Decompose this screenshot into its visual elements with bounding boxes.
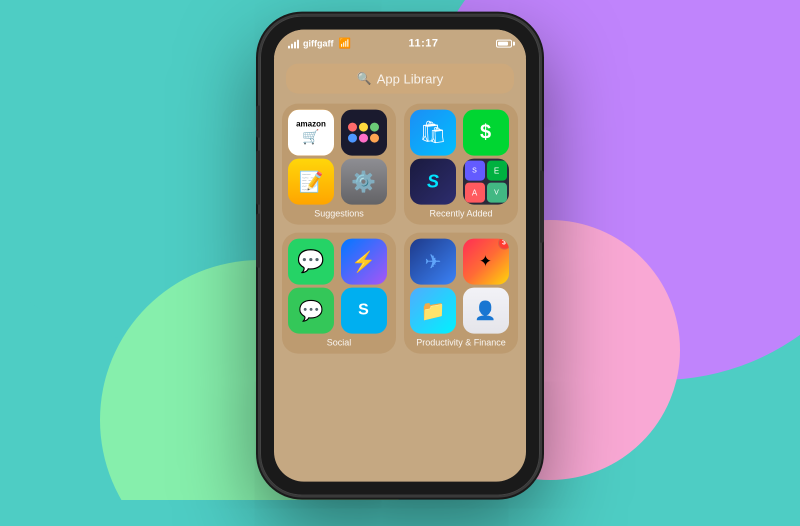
app-stash[interactable]: S: [410, 159, 456, 205]
folder-social-apps: 💬 ⚡ 💬 S: [288, 239, 390, 334]
folder-productivity-apps: ✈ ✦ 3 📁 👤: [410, 239, 512, 334]
folder-recently-added-apps: 🛍 $ S S: [410, 110, 512, 205]
app-shortcuts[interactable]: ✦ 3: [463, 239, 509, 285]
app-messages[interactable]: 💬: [288, 288, 334, 334]
status-time: 11:17: [408, 38, 438, 50]
folder-recently-added-label: Recently Added: [410, 209, 512, 219]
app-amazon[interactable]: amazon 🛒: [288, 110, 334, 156]
battery-icon: [496, 40, 512, 48]
app-spark[interactable]: ✈: [410, 239, 456, 285]
folder-suggestions-label: Suggestions: [288, 209, 390, 219]
app-mini-group[interactable]: S E A V: [463, 159, 509, 205]
app-appstore[interactable]: 🛍: [410, 110, 456, 156]
app-cash[interactable]: $: [463, 110, 509, 156]
app-notes[interactable]: 📝: [288, 159, 334, 205]
wifi-icon: 📶: [339, 38, 351, 49]
app-dots[interactable]: [341, 110, 387, 156]
phone-shell: giffgaff 📶 11:17 🔍 App Library: [260, 16, 540, 496]
phone: giffgaff 📶 11:17 🔍 App Library: [260, 6, 540, 526]
folder-productivity-label: Productivity & Finance: [410, 338, 512, 348]
folder-recently-added[interactable]: 🛍 $ S S: [404, 104, 518, 225]
search-icon: 🔍: [357, 72, 372, 86]
app-whatsapp[interactable]: 💬: [288, 239, 334, 285]
folder-productivity[interactable]: ✈ ✦ 3 📁 👤: [404, 233, 518, 354]
mute-button: [256, 106, 260, 138]
phone-screen: giffgaff 📶 11:17 🔍 App Library: [274, 30, 526, 482]
app-grid: amazon 🛒: [274, 104, 526, 354]
carrier-label: giffgaff: [303, 39, 334, 49]
app-contacts[interactable]: 👤: [463, 288, 509, 334]
app-skype[interactable]: S: [341, 288, 387, 334]
power-button: [540, 171, 544, 243]
folder-social[interactable]: 💬 ⚡ 💬 S: [282, 233, 396, 354]
volume-down-button: [256, 214, 260, 268]
status-left: giffgaff 📶: [288, 38, 351, 49]
app-files[interactable]: 📁: [410, 288, 456, 334]
signal-icon: [288, 39, 299, 49]
search-placeholder: App Library: [377, 71, 443, 86]
status-right: [496, 40, 512, 48]
folder-suggestions[interactable]: amazon 🛒: [282, 104, 396, 225]
shortcuts-badge: 3: [498, 239, 509, 250]
folder-suggestions-apps: amazon 🛒: [288, 110, 390, 205]
folder-social-label: Social: [288, 338, 390, 348]
app-messenger[interactable]: ⚡: [341, 239, 387, 285]
volume-up-button: [256, 151, 260, 205]
app-settings[interactable]: ⚙️: [341, 159, 387, 205]
search-bar[interactable]: 🔍 App Library: [286, 64, 514, 94]
status-bar: giffgaff 📶 11:17: [274, 30, 526, 58]
